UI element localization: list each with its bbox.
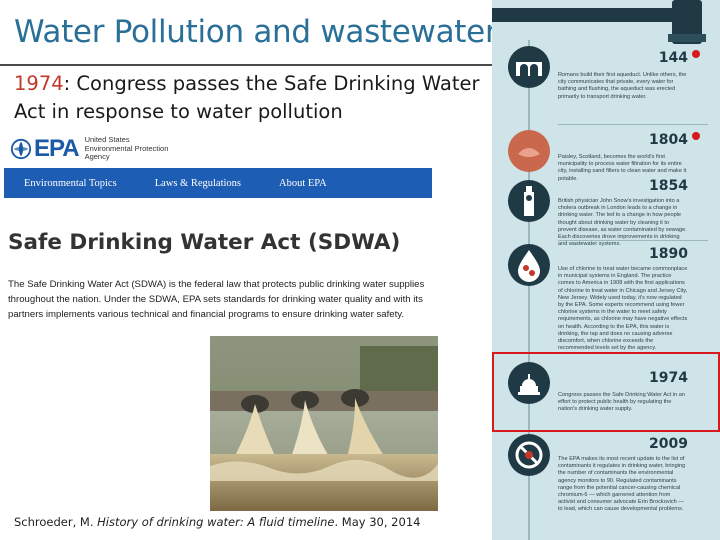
epa-nav-bar: Environmental Topics Laws & Regulations …: [4, 168, 432, 198]
slide-subtitle: 1974: Congress passes the Safe Drinking …: [14, 70, 484, 126]
timeline-year: 1890: [649, 246, 688, 262]
aqueduct-icon: [508, 46, 550, 88]
timeline-year: 1804: [649, 132, 688, 148]
slide-title: Water Pollution and wastewater: [14, 14, 498, 50]
drinking-water-timeline: 144 Romans build their first aqueduct. U…: [492, 0, 720, 540]
subtitle-text: : Congress passes the Safe Drinking Wate…: [14, 72, 480, 123]
no-lead-icon: [508, 434, 550, 476]
sdwa-heading: Safe Drinking Water Act (SDWA): [8, 230, 401, 255]
timeline-marker: [692, 132, 700, 140]
timeline-year: 1854: [649, 178, 688, 194]
title-divider: [0, 64, 492, 66]
timeline-text: Romans build their first aqueduct. Unlik…: [558, 72, 687, 100]
timeline-divider: [558, 240, 708, 241]
big-ben-icon: [508, 180, 550, 222]
epa-flower-icon: [10, 138, 32, 160]
sand-filter-icon: [508, 130, 550, 172]
timeline-divider: [558, 124, 708, 125]
timeline-year: 2009: [649, 436, 688, 452]
nav-laws-regulations[interactable]: Laws & Regulations: [155, 178, 241, 189]
timeline-year: 144: [658, 50, 688, 66]
timeline-text: The EPA makes its most recent update to …: [558, 456, 686, 513]
epa-agency-name: United States Environmental Protection A…: [84, 135, 169, 162]
highlight-box-1974: [492, 352, 720, 432]
timeline-marker: [692, 50, 700, 58]
nav-environmental-topics[interactable]: Environmental Topics: [24, 178, 117, 189]
nav-about-epa[interactable]: About EPA: [279, 178, 327, 189]
wastewater-outflow-photo: [210, 336, 438, 511]
chlorine-drop-icon: [508, 244, 550, 286]
citation: Schroeder, M. History of drinking water:…: [14, 515, 421, 529]
epa-logo: EPA United States Environmental Protecti…: [10, 135, 169, 162]
faucet-pipe-icon: [492, 0, 706, 44]
timeline-text: Use of chlorine to treat water became co…: [558, 266, 688, 352]
epa-logo-text: EPA: [34, 135, 80, 162]
subtitle-year: 1974: [14, 72, 64, 95]
sdwa-description: The Safe Drinking Water Act (SDWA) is th…: [8, 279, 425, 320]
